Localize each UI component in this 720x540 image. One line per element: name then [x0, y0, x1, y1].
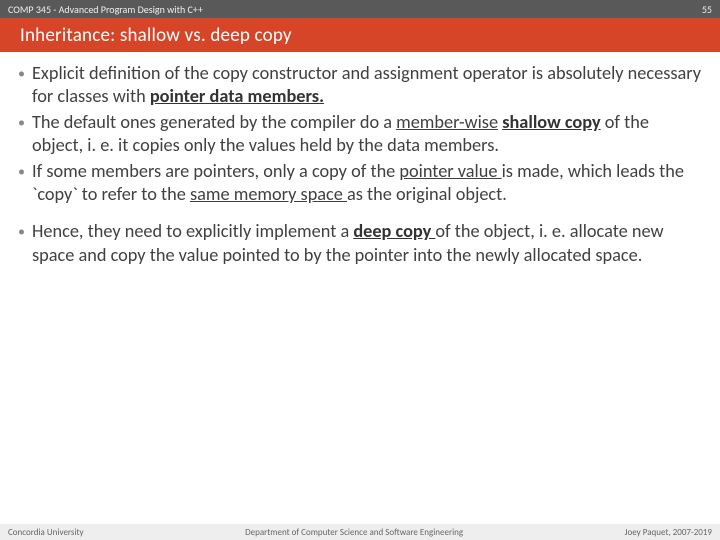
slide-content: • Explicit definition of the copy constr… [0, 52, 720, 267]
bullet-text: Explicit definition of the copy construc… [32, 62, 702, 109]
course-label: COMP 345 - Advanced Program Design with … [8, 3, 203, 16]
bullet-dot-icon: • [18, 62, 32, 109]
bullet-dot-icon: • [18, 111, 32, 158]
footer-center: Department of Computer Science and Softw… [245, 527, 463, 538]
bullet-item: • Hence, they need to explicitly impleme… [18, 220, 702, 267]
bullet-item: • If some members are pointers, only a c… [18, 160, 702, 207]
emphasis: member-wise [396, 111, 498, 133]
emphasis: shallow copy [502, 111, 600, 133]
footer-right: Joey Paquet, 2007-2019 [625, 527, 712, 538]
text-run: Explicit definition of the copy construc… [32, 62, 701, 107]
spacer [18, 208, 702, 220]
emphasis: pointer data members. [150, 85, 324, 107]
slide-title-bar: Inheritance: shallow vs. deep copy [0, 18, 720, 52]
bullet-text: Hence, they need to explicitly implement… [32, 220, 702, 267]
slide: COMP 345 - Advanced Program Design with … [0, 0, 720, 540]
slide-number: 55 [702, 3, 712, 16]
slide-footer: Concordia University Department of Compu… [0, 524, 720, 540]
top-bar: COMP 345 - Advanced Program Design with … [0, 0, 720, 18]
bullet-text: If some members are pointers, only a cop… [32, 160, 702, 207]
bullet-dot-icon: • [18, 160, 32, 207]
text-run: The default ones generated by the compil… [32, 111, 396, 133]
text-run: If some members are pointers, only a cop… [32, 160, 399, 182]
bullet-item: • The default ones generated by the comp… [18, 111, 702, 158]
slide-title: Inheritance: shallow vs. deep copy [20, 24, 292, 47]
emphasis: pointer value [399, 160, 501, 182]
emphasis: deep copy [353, 220, 435, 242]
footer-left: Concordia University [8, 527, 84, 538]
bullet-dot-icon: • [18, 220, 32, 267]
text-run: as the original object. [347, 183, 507, 205]
bullet-item: • Explicit definition of the copy constr… [18, 62, 702, 109]
emphasis: same memory space [190, 183, 347, 205]
text-run: Hence, they need to explicitly implement… [32, 220, 353, 242]
bullet-text: The default ones generated by the compil… [32, 111, 702, 158]
